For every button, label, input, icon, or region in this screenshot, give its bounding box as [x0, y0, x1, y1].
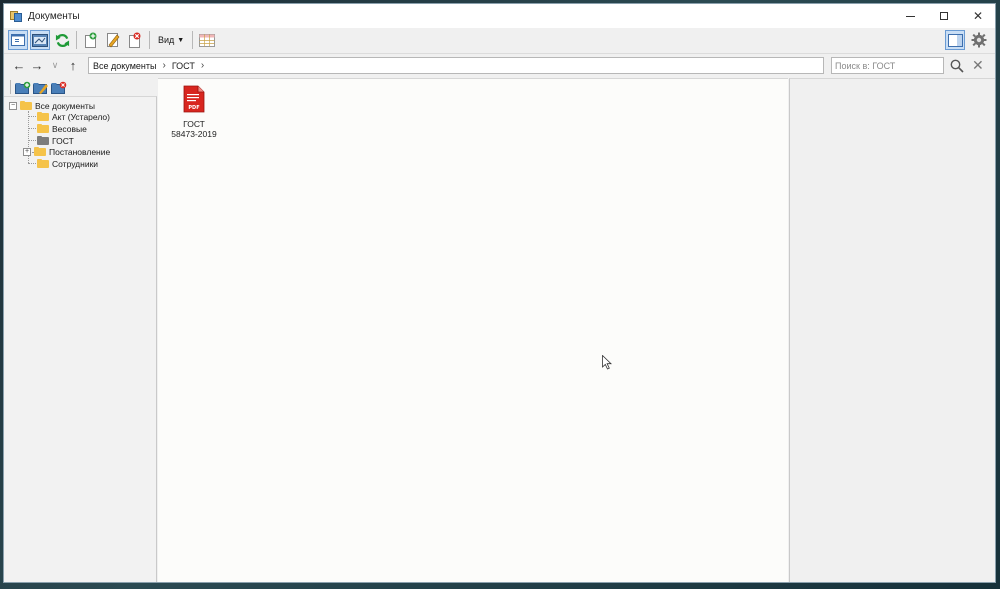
history-chevron-down-icon[interactable]: ∨ — [46, 60, 64, 71]
delete-document-button[interactable] — [125, 30, 145, 50]
up-arrow-icon[interactable]: ↑ — [64, 58, 82, 73]
delete-folder-icon[interactable] — [51, 81, 67, 94]
edit-folder-icon[interactable] — [33, 81, 49, 94]
breadcrumb-item-gost[interactable]: ГОСТ — [172, 61, 195, 71]
folder-icon — [37, 112, 49, 121]
minimize-button[interactable] — [893, 4, 927, 28]
tree-item-all-documents[interactable]: − Все документы — [9, 100, 95, 111]
tree-item-akt[interactable]: Акт (Устарело) — [37, 111, 110, 122]
edit-document-button[interactable] — [103, 30, 123, 50]
maximize-button[interactable] — [927, 4, 961, 28]
panel-toggle-button[interactable] — [8, 30, 28, 50]
add-folder-icon[interactable] — [15, 81, 31, 94]
pdf-file-icon: PDF — [183, 85, 205, 113]
tree-item-label: Весовые — [52, 123, 87, 134]
folder-icon — [37, 159, 49, 168]
tree-item-sotrudniki[interactable]: Сотрудники — [37, 158, 98, 169]
breadcrumb-separator[interactable]: › — [162, 60, 165, 71]
file-name-line1: ГОСТ — [183, 119, 205, 129]
main-toolbar: Вид ▼ — [4, 28, 995, 52]
toolbar-separator — [192, 31, 194, 49]
panel-toggle-icon — [11, 34, 25, 46]
title-bar: Документы ✕ — [4, 4, 995, 28]
tree-item-postanovlenie[interactable]: + Постановление — [23, 146, 110, 157]
file-name-line2: 58473-2019 — [171, 129, 217, 139]
settings-gear-icon — [971, 32, 987, 48]
folder-icon — [34, 147, 46, 156]
tree-item-label: Все документы — [35, 100, 95, 111]
preview-pane-button[interactable] — [945, 30, 965, 50]
tree-toolbar — [4, 78, 157, 96]
folder-icon — [37, 136, 49, 145]
documents-view[interactable]: PDF ГОСТ 58473-2019 — [158, 78, 788, 582]
breadcrumb-separator[interactable]: › — [201, 60, 204, 71]
collapse-icon[interactable]: − — [9, 101, 17, 110]
tree-item-label: ГОСТ — [52, 135, 74, 146]
view-layout-button[interactable] — [30, 30, 50, 50]
folder-tree: − Все документы Акт (Устарело) Весовые Г… — [4, 96, 157, 582]
preview-pane-icon — [947, 33, 963, 47]
table-view-button[interactable] — [197, 30, 217, 50]
close-icon: ✕ — [972, 9, 984, 23]
tree-item-vesovye[interactable]: Весовые — [37, 123, 87, 134]
breadcrumb[interactable]: Все документы › ГОСТ › — [88, 57, 824, 74]
app-window: Документы ✕ Вид ▼ ← → ∨ ↑ Все документы … — [3, 3, 996, 583]
edit-icon — [107, 33, 120, 48]
folder-icon — [37, 124, 49, 133]
tree-item-label: Сотрудники — [52, 158, 99, 169]
settings-button[interactable] — [969, 30, 989, 50]
toolbar-separator — [149, 31, 150, 49]
toolbar-separator — [76, 31, 77, 49]
view-layout-icon — [32, 33, 48, 47]
pdf-icon-text: PDF — [188, 105, 199, 111]
tree-item-gost[interactable]: ГОСТ — [37, 135, 74, 146]
add-document-icon — [85, 32, 97, 48]
breadcrumb-item-all-documents[interactable]: Все документы — [93, 61, 156, 71]
address-bar: ← → ∨ ↑ Все документы › ГОСТ › ✕ — [4, 53, 995, 77]
window-title: Документы — [28, 10, 80, 22]
preview-pane — [789, 78, 995, 582]
folder-icon — [20, 101, 32, 110]
expand-icon[interactable]: + — [23, 147, 31, 156]
refresh-button[interactable] — [52, 30, 72, 50]
table-grid-icon — [199, 33, 216, 47]
app-icon — [10, 10, 22, 22]
close-button[interactable]: ✕ — [961, 4, 995, 28]
add-document-button[interactable] — [81, 30, 101, 50]
refresh-icon — [55, 33, 69, 47]
delete-document-icon — [129, 32, 141, 48]
file-item[interactable]: PDF ГОСТ 58473-2019 — [168, 85, 220, 139]
view-dropdown-label: Вид — [158, 35, 175, 45]
forward-arrow-icon[interactable]: → — [28, 58, 46, 73]
search-input[interactable] — [831, 57, 944, 74]
tree-item-label: Постановление — [49, 146, 111, 157]
chevron-down-icon: ▼ — [177, 36, 185, 44]
search-icon[interactable] — [950, 59, 964, 73]
clear-search-icon[interactable]: ✕ — [972, 57, 984, 74]
mouse-cursor-icon — [602, 355, 612, 370]
tree-item-label: Акт (Устарело) — [52, 111, 110, 122]
toolbar-separator — [10, 80, 11, 94]
view-dropdown[interactable]: Вид ▼ — [154, 30, 188, 50]
back-arrow-icon[interactable]: ← — [10, 58, 28, 73]
